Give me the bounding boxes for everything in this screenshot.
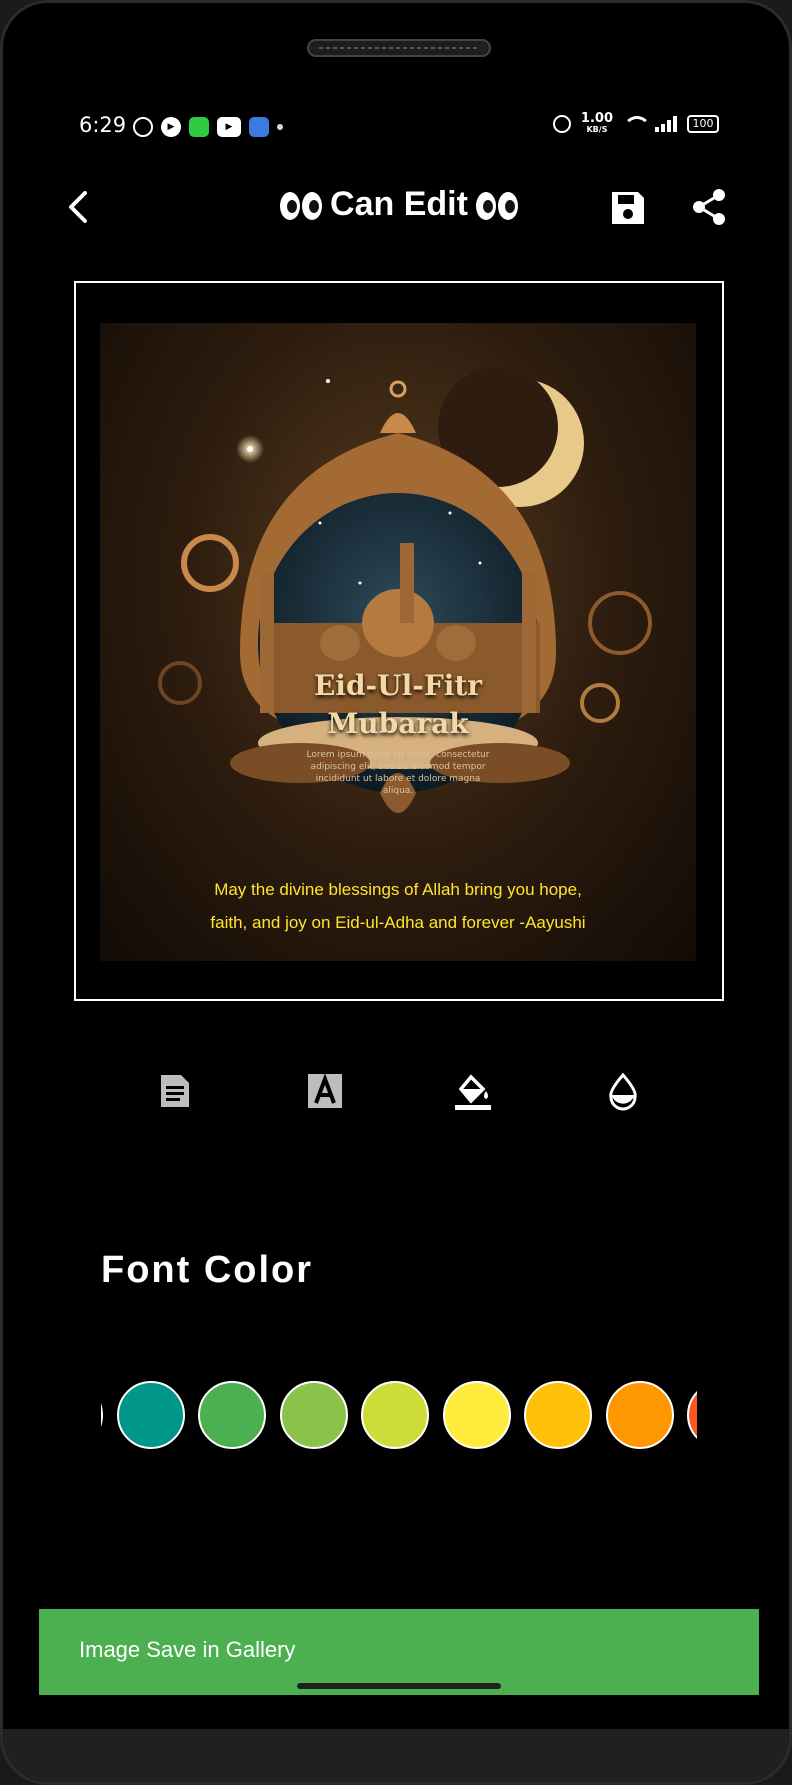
system-status-icons: 1.00 KB/S 100 (552, 112, 719, 135)
mosque-illustration (158, 367, 652, 813)
phone-frame: 6:29 ▶ ▶ 1.00 KB/S 100 Can Edit Eid-Ul-F… (0, 0, 792, 1785)
save-icon[interactable] (609, 189, 647, 227)
more-notifications-dot-icon (277, 124, 283, 130)
battery-icon: 100 (687, 115, 719, 133)
overlay-text-line1: May the divine blessings of Allah bring … (214, 880, 582, 899)
bottom-bezel (3, 1729, 789, 1782)
whatsapp-icon (133, 117, 153, 137)
alarm-icon (552, 115, 571, 133)
app-notification-icon (189, 117, 209, 137)
font-color-heading: Font Color (101, 1249, 314, 1291)
network-speed: 1.00 KB/S (581, 112, 613, 135)
color-swatch[interactable] (442, 1381, 511, 1449)
text-document-icon[interactable] (155, 1071, 195, 1111)
color-swatch[interactable] (101, 1381, 103, 1449)
wifi-icon (623, 116, 651, 132)
editor-toolbar (3, 1071, 789, 1115)
earpiece-speaker (307, 39, 491, 57)
snackbar-message: Image Save in Gallery (79, 1637, 296, 1662)
editor-canvas[interactable]: Eid-Ul-Fitr Mubarak Lorem ipsum dolor si… (74, 281, 724, 1001)
poster-title-line1: Eid-Ul-Fitr (313, 669, 483, 702)
color-swatch[interactable] (279, 1381, 348, 1449)
eyes-emoji-icon (280, 192, 323, 221)
status-time: 6:29 (79, 113, 127, 137)
color-swatch[interactable] (361, 1381, 429, 1449)
opacity-drop-icon[interactable] (603, 1071, 643, 1111)
notification-icons: ▶ ▶ (133, 117, 283, 137)
app-bar: Can Edit (3, 179, 789, 235)
color-swatch[interactable] (605, 1381, 674, 1449)
color-swatch[interactable] (198, 1381, 266, 1449)
eid-poster-image: Eid-Ul-Fitr Mubarak Lorem ipsum dolor si… (100, 323, 696, 961)
font-style-icon[interactable] (305, 1071, 345, 1111)
color-swatch[interactable] (116, 1381, 185, 1449)
youtube-icon: ▶ (217, 117, 241, 137)
eyes-emoji-icon (475, 192, 518, 221)
home-indicator[interactable] (297, 1683, 501, 1689)
signal-icon (655, 116, 677, 132)
overlay-text-line2: faith, and joy on Eid-ul-Adha and foreve… (210, 913, 586, 932)
editable-overlay-text[interactable]: May the divine blessings of Allah bring … (100, 873, 696, 939)
status-bar: 6:29 ▶ ▶ 1.00 KB/S 100 (3, 111, 789, 143)
files-icon (249, 117, 269, 137)
color-swatch-list[interactable] (101, 1381, 697, 1451)
page-title: Can Edit (3, 185, 789, 224)
share-icon[interactable] (689, 187, 729, 227)
play-icon: ▶ (161, 117, 181, 137)
paint-bucket-icon[interactable] (453, 1071, 493, 1111)
color-swatch[interactable] (687, 1381, 697, 1449)
color-swatch[interactable] (524, 1381, 592, 1449)
poster-lorem-text: Lorem ipsum dolor sit amet, consectetur … (306, 750, 490, 796)
page-title-text: Can Edit (330, 185, 468, 223)
poster-title-line2: Mubarak (327, 707, 469, 740)
